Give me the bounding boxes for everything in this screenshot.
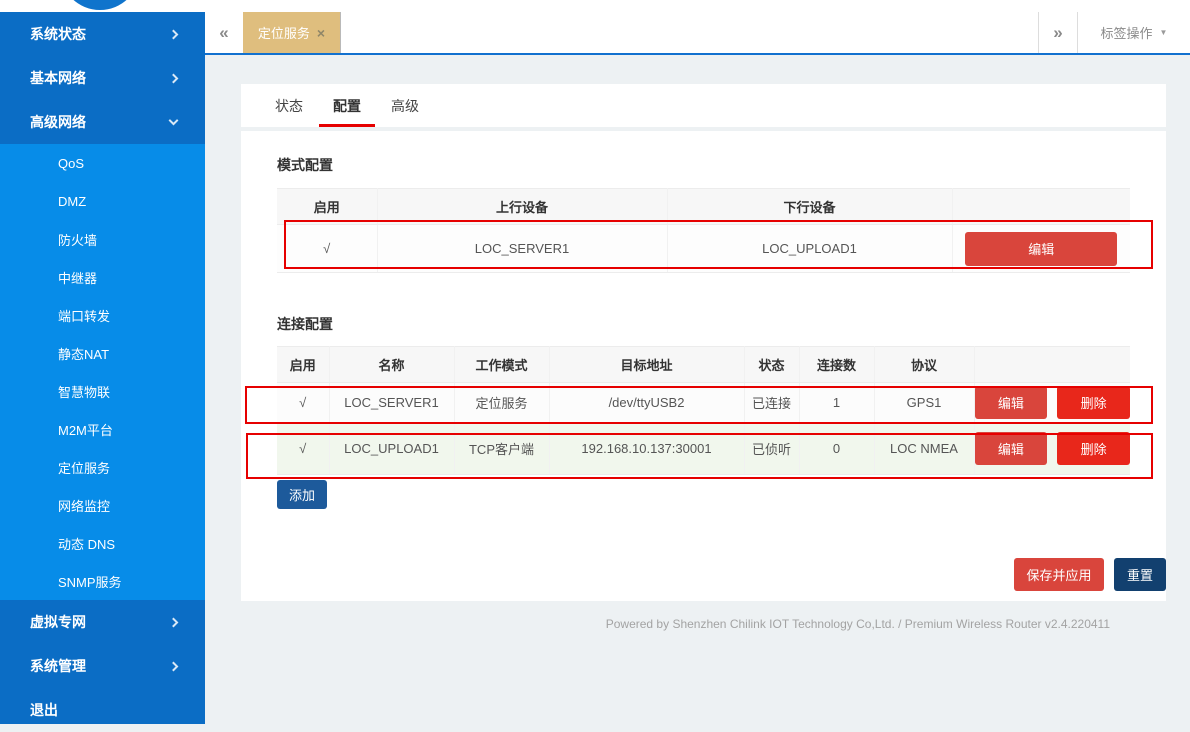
sidebar-item-location-service[interactable]: 定位服务 bbox=[0, 448, 205, 486]
reset-button[interactable]: 重置 bbox=[1114, 558, 1166, 591]
top-strip bbox=[0, 0, 1190, 12]
header-actions bbox=[952, 189, 1130, 225]
cell-enabled-check: √ bbox=[277, 383, 329, 423]
sidebar-item-label: 虚拟专网 bbox=[30, 612, 86, 632]
cell-target-address: /dev/ttyUSB2 bbox=[549, 383, 744, 423]
sidebar-item-logout[interactable]: 退出 bbox=[0, 688, 205, 732]
chevron-right-icon bbox=[169, 617, 179, 627]
delete-connection-button[interactable]: 删除 bbox=[1057, 432, 1130, 465]
cell-name: LOC_SERVER1 bbox=[329, 383, 454, 423]
sidebar-item-dynamic-dns[interactable]: 动态 DNS bbox=[0, 524, 205, 562]
mode-config-title: 模式配置 bbox=[277, 155, 1130, 175]
cell-protocol: GPS1 bbox=[874, 383, 974, 423]
edit-connection-button[interactable]: 编辑 bbox=[975, 386, 1048, 419]
cell-status: 已侦听 bbox=[744, 423, 799, 475]
sidebar-item-smart-iot[interactable]: 智慧物联 bbox=[0, 372, 205, 410]
header-protocol: 协议 bbox=[874, 347, 974, 383]
double-left-arrow-icon: « bbox=[219, 23, 228, 43]
chevron-right-icon bbox=[169, 73, 179, 83]
header-name: 名称 bbox=[329, 347, 454, 383]
chevron-right-icon bbox=[169, 29, 179, 39]
cell-work-mode: TCP客户端 bbox=[454, 423, 549, 475]
tab-advanced[interactable]: 高级 bbox=[383, 84, 427, 127]
brand-logo bbox=[60, 0, 140, 10]
edit-mode-button[interactable]: 编辑 bbox=[965, 232, 1117, 266]
header-enable: 启用 bbox=[277, 189, 377, 225]
sidebar-item-vpn[interactable]: 虚拟专网 bbox=[0, 600, 205, 644]
cell-downstream-device: LOC_UPLOAD1 bbox=[667, 225, 952, 273]
footer-text: Powered by Shenzhen Chilink IOT Technolo… bbox=[205, 617, 1190, 631]
cell-target-address: 192.168.10.137:30001 bbox=[549, 423, 744, 475]
cell-name: LOC_UPLOAD1 bbox=[329, 423, 454, 475]
table-row: √ LOC_UPLOAD1 TCP客户端 192.168.10.137:3000… bbox=[277, 423, 1130, 475]
cell-status: 已连接 bbox=[744, 383, 799, 423]
advanced-network-submenu: QoS DMZ 防火墙 中继器 端口转发 静态NAT 智慧物联 M2M平台 定位… bbox=[0, 144, 205, 600]
mode-config-table: 启用 上行设备 下行设备 √ LOC_SERVER1 LOC_UPLOAD1 编… bbox=[277, 188, 1130, 273]
cell-work-mode: 定位服务 bbox=[454, 383, 549, 423]
sidebar-item-system-status[interactable]: 系统状态 bbox=[0, 12, 205, 56]
header-status: 状态 bbox=[744, 347, 799, 383]
action-bar: 保存并应用 重置 bbox=[205, 558, 1190, 591]
sidebar-item-label: 基本网络 bbox=[30, 68, 86, 88]
sidebar-item-port-forwarding[interactable]: 端口转发 bbox=[0, 296, 205, 334]
header-enable: 启用 bbox=[277, 347, 329, 383]
table-header-row: 启用 名称 工作模式 目标地址 状态 连接数 协议 bbox=[277, 347, 1130, 383]
add-connection-button[interactable]: 添加 bbox=[277, 480, 327, 509]
page: { "sidebar": { "items": [ { "label": "系统… bbox=[0, 0, 1190, 724]
sidebar-item-network-monitor[interactable]: 网络监控 bbox=[0, 486, 205, 524]
cell-connection-count: 0 bbox=[799, 423, 874, 475]
chevron-down-icon: ▼ bbox=[1160, 28, 1168, 37]
cell-enabled-check: √ bbox=[277, 225, 377, 273]
edit-connection-button[interactable]: 编辑 bbox=[975, 432, 1048, 465]
page-tabs: 状态 配置 高级 bbox=[241, 84, 1166, 127]
tab-config[interactable]: 配置 bbox=[325, 84, 369, 127]
tab-status[interactable]: 状态 bbox=[267, 84, 311, 127]
sidebar-item-label: 退出 bbox=[30, 700, 58, 720]
table-header-row: 启用 上行设备 下行设备 bbox=[277, 189, 1130, 225]
sidebar-item-system-management[interactable]: 系统管理 bbox=[0, 644, 205, 688]
table-row: √ LOC_SERVER1 定位服务 /dev/ttyUSB2 已连接 1 GP… bbox=[277, 383, 1130, 423]
header-target-address: 目标地址 bbox=[549, 347, 744, 383]
close-tab-icon[interactable]: × bbox=[317, 25, 325, 41]
header-actions bbox=[974, 347, 1130, 383]
sidebar-item-qos[interactable]: QoS bbox=[0, 144, 205, 182]
sidebar-item-basic-network[interactable]: 基本网络 bbox=[0, 56, 205, 100]
chevron-right-icon bbox=[169, 661, 179, 671]
chevron-down-icon bbox=[169, 116, 179, 126]
main-content: 状态 配置 高级 模式配置 启用 上行设备 下行设备 √ LOC_SERVER1… bbox=[205, 55, 1190, 724]
sidebar-item-advanced-network[interactable]: 高级网络 bbox=[0, 100, 205, 144]
sidebar-item-static-nat[interactable]: 静态NAT bbox=[0, 334, 205, 372]
tab-operations-label: 标签操作 bbox=[1101, 23, 1153, 42]
connection-config-title: 连接配置 bbox=[277, 314, 1130, 334]
tab-label: 定位服务 bbox=[258, 23, 310, 42]
tab-operations-dropdown[interactable]: 标签操作 ▼ bbox=[1078, 12, 1190, 53]
sidebar-item-repeater[interactable]: 中继器 bbox=[0, 258, 205, 296]
connection-config-table: 启用 名称 工作模式 目标地址 状态 连接数 协议 √ LOC_SERVER1 … bbox=[277, 346, 1130, 475]
cell-enabled-check: √ bbox=[277, 423, 329, 475]
header-downstream-device: 下行设备 bbox=[667, 189, 952, 225]
sidebar: 系统状态 基本网络 高级网络 QoS DMZ 防火墙 中继器 端口转发 静态NA… bbox=[0, 12, 205, 724]
tab-bar: « 定位服务 × » 标签操作 ▼ bbox=[205, 10, 1190, 55]
header-upstream-device: 上行设备 bbox=[377, 189, 667, 225]
table-row: √ LOC_SERVER1 LOC_UPLOAD1 编辑 bbox=[277, 225, 1130, 273]
sidebar-item-label: 系统状态 bbox=[30, 24, 86, 44]
sidebar-item-snmp-service[interactable]: SNMP服务 bbox=[0, 562, 205, 600]
header-work-mode: 工作模式 bbox=[454, 347, 549, 383]
scroll-tabs-right-button[interactable]: » bbox=[1039, 12, 1077, 53]
header-connection-count: 连接数 bbox=[799, 347, 874, 383]
delete-connection-button[interactable]: 删除 bbox=[1057, 386, 1130, 419]
double-right-arrow-icon: » bbox=[1053, 23, 1062, 43]
cell-connection-count: 1 bbox=[799, 383, 874, 423]
sidebar-item-m2m-platform[interactable]: M2M平台 bbox=[0, 410, 205, 448]
cell-protocol: LOC NMEA bbox=[874, 423, 974, 475]
sidebar-item-label: 高级网络 bbox=[30, 112, 86, 132]
sidebar-item-dmz[interactable]: DMZ bbox=[0, 182, 205, 220]
save-and-apply-button[interactable]: 保存并应用 bbox=[1014, 558, 1104, 591]
config-card: 模式配置 启用 上行设备 下行设备 √ LOC_SERVER1 LOC_UPLO… bbox=[241, 131, 1166, 601]
sidebar-item-firewall[interactable]: 防火墙 bbox=[0, 220, 205, 258]
sidebar-item-label: 系统管理 bbox=[30, 656, 86, 676]
cell-upstream-device: LOC_SERVER1 bbox=[377, 225, 667, 273]
tab-location-service[interactable]: 定位服务 × bbox=[243, 12, 341, 53]
scroll-tabs-left-button[interactable]: « bbox=[205, 12, 243, 53]
